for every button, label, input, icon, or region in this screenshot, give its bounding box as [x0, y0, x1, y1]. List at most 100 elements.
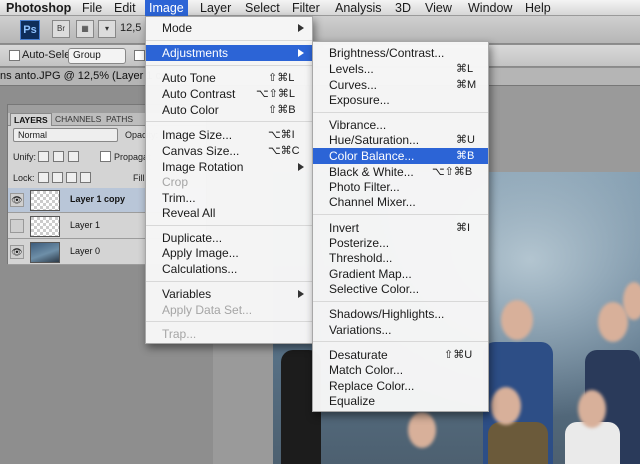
menu-view[interactable]: View — [425, 0, 452, 16]
menu-item-channel-mixer[interactable]: Channel Mixer... — [313, 194, 488, 210]
menu-item-brightness-contrast[interactable]: Brightness/Contrast... — [313, 45, 488, 61]
lock-pixels-icon[interactable] — [52, 172, 63, 183]
submenu-arrow-icon — [298, 163, 304, 171]
eye-icon[interactable]: 👁 — [10, 193, 24, 207]
tab-paths[interactable]: PATHS — [103, 113, 136, 126]
menu-image[interactable]: Image — [145, 0, 188, 16]
menu-item-hue-saturation[interactable]: Hue/Saturation... ⌘U — [313, 132, 488, 148]
auto-select-checkbox[interactable] — [9, 50, 20, 61]
image-menu: Mode Adjustments Auto Tone ⇧⌘L Auto Contr… — [145, 16, 313, 344]
layer-name: Layer 1 copy — [70, 194, 126, 204]
tab-layers[interactable]: LAYERS — [10, 113, 52, 126]
menu-item-canvas-size[interactable]: Canvas Size... ⌥⌘C — [146, 143, 312, 159]
menu-item-apply-image[interactable]: Apply Image... — [146, 245, 312, 261]
menu-item-threshold[interactable]: Threshold... — [313, 250, 488, 266]
menu-item-adjustments[interactable]: Adjustments — [146, 45, 312, 61]
menu-item-levels[interactable]: Levels... ⌘L — [313, 61, 488, 77]
photo-figure — [565, 422, 620, 464]
tab-channels[interactable]: CHANNELS — [52, 113, 104, 126]
menu-separator — [313, 214, 488, 215]
lock-all-icon[interactable] — [80, 172, 91, 183]
menu-edit[interactable]: Edit — [114, 0, 136, 16]
menu-separator — [146, 65, 312, 66]
visibility-toggle[interactable] — [10, 219, 24, 233]
photo-face — [501, 300, 533, 340]
photo-face — [491, 387, 521, 425]
unify-position-icon[interactable] — [38, 151, 49, 162]
menu-select[interactable]: Select — [245, 0, 280, 16]
menu-separator — [313, 301, 488, 302]
menu-item-image-size[interactable]: Image Size... ⌥⌘I — [146, 127, 312, 143]
menu-filter[interactable]: Filter — [292, 0, 320, 16]
blend-mode-dropdown[interactable]: Normal — [13, 128, 118, 142]
menu-item-exposure[interactable]: Exposure... — [313, 92, 488, 108]
photo-face — [408, 412, 436, 448]
layer-name: Layer 1 — [70, 220, 101, 230]
menu-item-variations[interactable]: Variations... — [313, 322, 488, 338]
menu-file[interactable]: File — [82, 0, 102, 16]
menu-app-photoshop[interactable]: Photoshop — [6, 0, 71, 16]
menu-item-black-white[interactable]: Black & White... ⌥⇧⌘B — [313, 164, 488, 180]
bridge-button[interactable]: Br — [52, 20, 70, 38]
photoshop-logo-icon: Ps — [20, 20, 40, 40]
menu-item-image-rotation[interactable]: Image Rotation — [146, 159, 312, 175]
menu-separator — [146, 281, 312, 282]
application-bar — [0, 16, 640, 44]
menu-analysis[interactable]: Analysis — [335, 0, 382, 16]
unify-style-icon[interactable] — [68, 151, 79, 162]
layer-thumbnail — [30, 242, 60, 263]
unify-label: Unify: — [13, 152, 37, 162]
menu-help[interactable]: Help — [525, 0, 551, 16]
lock-position-icon[interactable] — [66, 172, 77, 183]
menu-3d[interactable]: 3D — [395, 0, 411, 16]
menu-item-curves[interactable]: Curves... ⌘M — [313, 77, 488, 93]
menu-separator — [313, 341, 488, 342]
menu-item-gradient-map[interactable]: Gradient Map... — [313, 266, 488, 282]
menu-item-crop: Crop — [162, 175, 189, 189]
menu-separator — [146, 225, 312, 226]
menu-item-auto-tone[interactable]: Auto Tone ⇧⌘L — [146, 70, 312, 86]
menu-item-calculations[interactable]: Calculations... — [146, 261, 312, 277]
menu-item-vibrance[interactable]: Vibrance... — [313, 117, 488, 133]
eye-icon[interactable]: 👁 — [10, 245, 24, 259]
menu-item-equalize[interactable]: Equalize — [313, 393, 488, 409]
zoom-level-button[interactable]: ▾ — [98, 20, 116, 38]
menu-item-posterize[interactable]: Posterize... — [313, 235, 488, 251]
menu-item-mode[interactable]: Mode — [146, 20, 312, 36]
menu-item-shadows-highlights[interactable]: Shadows/Highlights... — [313, 306, 488, 322]
menu-item-selective-color[interactable]: Selective Color... — [313, 281, 488, 297]
menu-item-trim[interactable]: Trim... — [146, 190, 312, 206]
menu-layer[interactable]: Layer — [200, 0, 231, 16]
menu-item-photo-filter[interactable]: Photo Filter... — [313, 179, 488, 195]
menu-window[interactable]: Window — [468, 0, 512, 16]
menu-item-duplicate[interactable]: Duplicate... — [146, 230, 312, 246]
menu-separator — [313, 112, 488, 113]
submenu-arrow-icon — [298, 24, 304, 32]
show-transform-checkbox[interactable] — [134, 50, 145, 61]
zoom-level-display[interactable]: 12,5 — [120, 22, 141, 34]
layer-name: Layer 0 — [70, 246, 101, 256]
menu-item-invert[interactable]: Invert ⌘I — [313, 220, 488, 236]
submenu-arrow-icon — [298, 290, 304, 298]
view-extras-button[interactable]: ▦ — [76, 20, 94, 38]
menu-item-match-color[interactable]: Match Color... — [313, 362, 488, 378]
layer-thumbnail — [30, 216, 60, 237]
unify-visibility-icon[interactable] — [53, 151, 64, 162]
menu-item-reveal-all[interactable]: Reveal All — [146, 205, 312, 221]
menu-bar: Photoshop File Edit Image Layer Select F… — [0, 0, 640, 16]
menu-item-auto-contrast[interactable]: Auto Contrast ⌥⇧⌘L — [146, 86, 312, 102]
menu-item-replace-color[interactable]: Replace Color... — [313, 378, 488, 394]
menu-item-apply-data-set: Apply Data Set... — [162, 303, 253, 317]
photo-face — [578, 390, 606, 428]
photo-face — [623, 282, 640, 320]
menu-separator — [146, 121, 312, 122]
lock-transparency-icon[interactable] — [38, 172, 49, 183]
auto-select-dropdown[interactable]: Group — [68, 48, 126, 64]
menu-item-variables[interactable]: Variables — [146, 286, 312, 302]
menu-item-color-balance[interactable]: Color Balance... ⌘B — [313, 148, 488, 164]
menu-item-auto-color[interactable]: Auto Color ⇧⌘B — [146, 102, 312, 118]
menu-item-trap: Trap... — [162, 327, 197, 341]
propagate-checkbox[interactable] — [100, 151, 111, 162]
menu-item-desaturate[interactable]: Desaturate ⇧⌘U — [313, 347, 488, 363]
layer-thumbnail — [30, 190, 60, 211]
